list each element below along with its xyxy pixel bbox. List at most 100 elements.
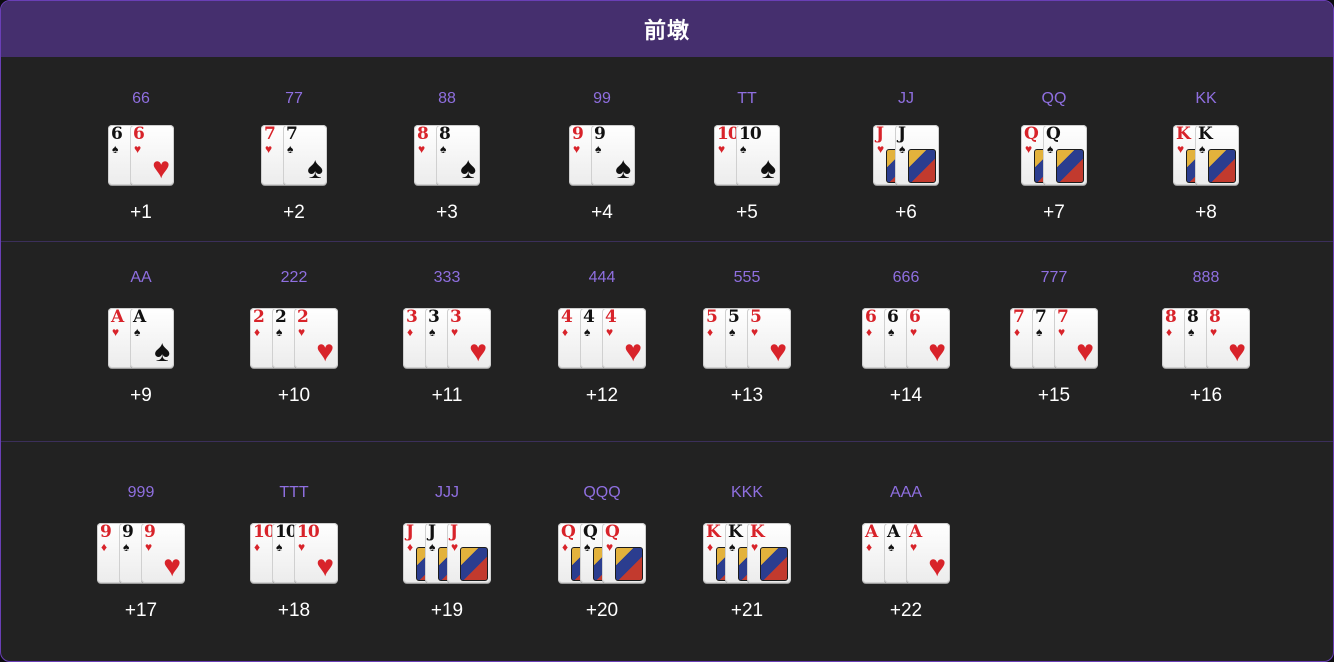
combo-item: 9999♦♦9♠♠9♥♥+17 bbox=[91, 442, 191, 661]
combo-label: 777 bbox=[1040, 269, 1068, 286]
playing-card: 4 ♥ ♥ bbox=[602, 308, 646, 368]
card-group: Q ♦ Q ♠ Q ♥ bbox=[558, 523, 646, 585]
suit-icon: ♦ bbox=[866, 325, 873, 339]
combo-label: KKK bbox=[730, 484, 763, 501]
playing-card: A♠♠ bbox=[130, 308, 174, 368]
card-rank: A bbox=[111, 308, 124, 327]
card-rank: 2 bbox=[253, 308, 265, 327]
combo-item: TTT10♦♦10♠♠10♥♥+18 bbox=[244, 442, 344, 661]
suit-large-icon: ♠ bbox=[307, 152, 323, 185]
card-rank: K bbox=[706, 523, 721, 542]
suit-large-icon: ♥ bbox=[316, 335, 334, 368]
suit-icon: ♦ bbox=[562, 540, 569, 554]
playing-card: A♥♥ bbox=[906, 523, 950, 583]
combo-item: 3333♦♦3♠♠3♥♥+11 bbox=[397, 242, 497, 441]
suit-icon: ♥ bbox=[134, 142, 142, 156]
card-rank: J bbox=[450, 523, 458, 542]
card-group: A♦♦A♠♠A♥♥ bbox=[862, 523, 950, 585]
score-value: +15 bbox=[1037, 385, 1071, 406]
card-rank: 7 bbox=[286, 125, 298, 144]
card-rank: 9 bbox=[122, 523, 134, 542]
combo-label: QQQ bbox=[583, 484, 621, 501]
suit-large-icon: ♠ bbox=[154, 335, 170, 368]
combo-label: 333 bbox=[433, 269, 461, 286]
suit-icon: ♥ bbox=[1025, 142, 1033, 156]
combo-item: QQ Q ♥ Q ♠ +7 bbox=[1004, 57, 1104, 241]
card-rank: 5 bbox=[750, 308, 762, 327]
suit-icon: ♠ bbox=[888, 540, 895, 554]
card-rank: 8 bbox=[1209, 308, 1221, 327]
front-pile-panel: 前墩 666♠♠6♥♥+1777♥♥7♠♠+2888♥♥8♠♠+3999♥♥9♠… bbox=[0, 0, 1334, 662]
combo-item: AAA♥♥A♠♠+9 bbox=[91, 242, 191, 441]
combo-label: AA bbox=[130, 269, 152, 286]
playing-card: 8♠♠ bbox=[436, 125, 480, 185]
suit-icon: ♠ bbox=[584, 325, 591, 339]
combo-row-1: 666♠♠6♥♥+1777♥♥7♠♠+2888♥♥8♠♠+3999♥♥9♠♠+4… bbox=[1, 57, 1333, 241]
combo-label: 666 bbox=[892, 269, 920, 286]
card-rank: 9 bbox=[594, 125, 606, 144]
card-rank: J bbox=[898, 125, 906, 144]
combo-label: 444 bbox=[588, 269, 616, 286]
card-rank: 10 bbox=[297, 523, 320, 542]
card-rank: 8 bbox=[1187, 308, 1199, 327]
face-card-art-icon bbox=[1208, 149, 1236, 183]
combo-label: 222 bbox=[280, 269, 308, 286]
suit-icon: ♥ bbox=[877, 142, 885, 156]
card-rank: J bbox=[428, 523, 436, 542]
combo-item: 999♥♥9♠♠+4 bbox=[552, 57, 652, 241]
combo-label: 555 bbox=[733, 269, 761, 286]
suit-icon: ♠ bbox=[429, 325, 436, 339]
suit-icon: ♦ bbox=[707, 540, 714, 554]
suit-icon: ♥ bbox=[298, 325, 306, 339]
suit-icon: ♥ bbox=[718, 142, 726, 156]
suit-icon: ♠ bbox=[112, 142, 119, 156]
card-rank: 5 bbox=[728, 308, 740, 327]
suit-icon: ♠ bbox=[276, 540, 283, 554]
suit-icon: ♥ bbox=[606, 540, 614, 554]
score-value: +20 bbox=[585, 600, 619, 621]
suit-icon: ♦ bbox=[562, 325, 569, 339]
suit-icon: ♠ bbox=[1036, 325, 1043, 339]
card-rank: 7 bbox=[1013, 308, 1025, 327]
face-card-art-icon bbox=[1056, 149, 1084, 183]
suit-large-icon: ♥ bbox=[624, 335, 642, 368]
card-group: 6♠♠6♥♥ bbox=[108, 125, 174, 187]
card-rank: 4 bbox=[605, 308, 617, 327]
playing-card: 9♠♠ bbox=[591, 125, 635, 185]
suit-icon: ♥ bbox=[418, 142, 426, 156]
suit-icon: ♦ bbox=[1166, 325, 1173, 339]
score-value: +4 bbox=[591, 202, 613, 223]
playing-card: 7♠♠ bbox=[283, 125, 327, 185]
suit-large-icon: ♥ bbox=[163, 550, 181, 583]
score-value: +3 bbox=[436, 202, 458, 223]
suit-icon: ♠ bbox=[729, 325, 736, 339]
suit-icon: ♠ bbox=[123, 540, 130, 554]
combo-label: JJJ bbox=[435, 484, 459, 501]
suit-icon: ♠ bbox=[429, 540, 436, 554]
combo-item: KK K ♥ K ♠ +8 bbox=[1156, 57, 1256, 241]
suit-icon: ♥ bbox=[1177, 142, 1185, 156]
playing-card: 9♥♥ bbox=[141, 523, 185, 583]
card-rank: K bbox=[728, 523, 743, 542]
playing-card: 3 ♥ ♥ bbox=[447, 308, 491, 368]
playing-card: 6 ♥ ♥ bbox=[130, 125, 174, 185]
suit-icon: ♦ bbox=[101, 540, 108, 554]
card-rank: 6 bbox=[133, 125, 145, 144]
card-group: A♥♥A♠♠ bbox=[108, 308, 174, 370]
suit-large-icon: ♥ bbox=[152, 152, 170, 185]
suit-icon: ♠ bbox=[134, 325, 141, 339]
suit-icon: ♠ bbox=[276, 325, 283, 339]
combo-row-2: AAA♥♥A♠♠+92222♦♦2♠♠2♥♥+103333♦♦3♠♠3♥♥+11… bbox=[1, 242, 1333, 441]
suit-icon: ♦ bbox=[254, 540, 261, 554]
score-value: +12 bbox=[585, 385, 619, 406]
card-rank: 9 bbox=[100, 523, 112, 542]
card-rank: 8 bbox=[439, 125, 451, 144]
combo-item: 666♠♠6♥♥+1 bbox=[91, 57, 191, 241]
card-rank: 5 bbox=[706, 308, 718, 327]
combo-item: AAAA♦♦A♠♠A♥♥+22 bbox=[856, 442, 956, 661]
combo-item: QQQ Q ♦ Q ♠ Q ♥ +20 bbox=[552, 442, 652, 661]
card-rank: 3 bbox=[406, 308, 418, 327]
combo-label: 66 bbox=[132, 90, 150, 107]
combo-item: 777♥♥7♠♠+2 bbox=[244, 57, 344, 241]
face-card-art-icon bbox=[908, 149, 936, 183]
